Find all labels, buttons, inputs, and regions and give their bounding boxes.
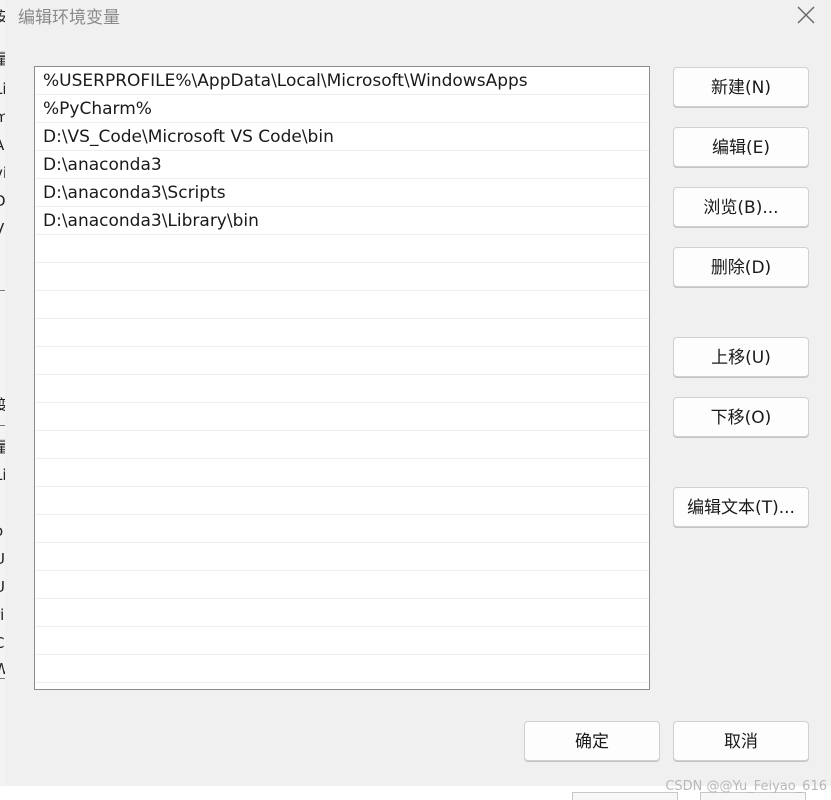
path-list[interactable]: %USERPROFILE%\AppData\Local\Microsoft\Wi…	[34, 66, 650, 690]
path-list-item[interactable]	[35, 347, 649, 375]
path-list-item[interactable]	[35, 571, 649, 599]
path-list-item[interactable]	[35, 655, 649, 683]
delete-button[interactable]: 删除(D)	[673, 247, 809, 287]
path-list-item[interactable]	[35, 375, 649, 403]
path-list-item[interactable]	[35, 291, 649, 319]
path-list-item[interactable]: D:\anaconda3\Scripts	[35, 179, 649, 207]
path-list-item[interactable]	[35, 599, 649, 627]
edit-environment-variable-dialog: 编辑环境变量 %USERPROFILE%\AppData\Local\Micro…	[5, 0, 831, 786]
background-button	[572, 792, 678, 800]
path-list-item[interactable]	[35, 263, 649, 291]
dialog-title: 编辑环境变量	[18, 8, 120, 28]
edit-button[interactable]: 编辑(E)	[673, 127, 809, 167]
path-list-item[interactable]	[35, 487, 649, 515]
path-list-item[interactable]: %USERPROFILE%\AppData\Local\Microsoft\Wi…	[35, 67, 649, 95]
path-list-item[interactable]: D:\anaconda3	[35, 151, 649, 179]
path-list-item[interactable]	[35, 459, 649, 487]
browse-button[interactable]: 浏览(B)...	[673, 187, 809, 227]
path-list-item[interactable]	[35, 543, 649, 571]
move-down-button[interactable]: 下移(O)	[673, 397, 809, 437]
watermark: CSDN @@Yu_Feiyao_616	[665, 779, 827, 794]
path-list-item[interactable]	[35, 235, 649, 263]
title-bar[interactable]: 编辑环境变量	[5, 0, 831, 34]
cancel-button[interactable]: 取消	[673, 721, 809, 761]
path-list-item[interactable]	[35, 403, 649, 431]
close-icon	[797, 6, 815, 24]
path-list-item[interactable]: D:\anaconda3\Library\bin	[35, 207, 649, 235]
path-list-item[interactable]: %PyCharm%	[35, 95, 649, 123]
path-list-item[interactable]	[35, 431, 649, 459]
close-button[interactable]	[795, 4, 817, 26]
path-list-item[interactable]	[35, 515, 649, 543]
path-list-item[interactable]	[35, 319, 649, 347]
path-list-item[interactable]	[35, 627, 649, 655]
path-list-item[interactable]: D:\VS_Code\Microsoft VS Code\bin	[35, 123, 649, 151]
move-up-button[interactable]: 上移(U)	[673, 337, 809, 377]
new-button[interactable]: 新建(N)	[673, 67, 809, 107]
ok-button[interactable]: 确定	[524, 721, 660, 761]
edit-text-button[interactable]: 编辑文本(T)...	[673, 487, 809, 527]
